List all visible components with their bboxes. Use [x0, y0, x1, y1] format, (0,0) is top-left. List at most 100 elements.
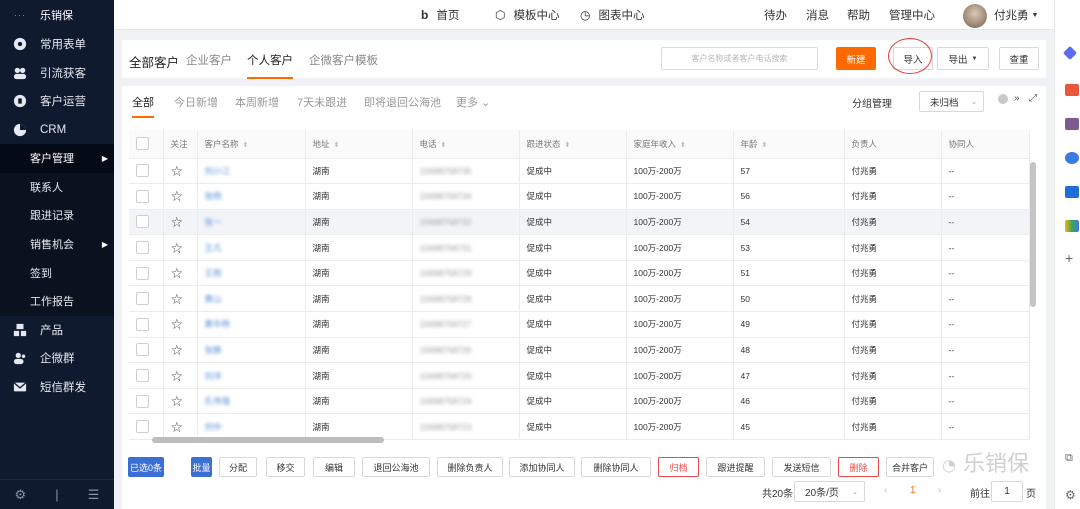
- row-checkbox[interactable]: [136, 189, 149, 203]
- filter-today[interactable]: 今日新增: [174, 94, 218, 110]
- batch-action-button[interactable]: 跟进提醒: [706, 457, 765, 477]
- batch-label[interactable]: 批量: [191, 457, 212, 477]
- sidebar-subitem-5[interactable]: 工作报告: [0, 286, 114, 316]
- customer-name-link[interactable]: 黄华杨: [205, 319, 231, 329]
- plus-icon[interactable]: +: [1065, 250, 1073, 266]
- row-checkbox[interactable]: [136, 292, 149, 306]
- tab-company-customers[interactable]: 企业客户: [186, 52, 232, 68]
- import-button[interactable]: 导入: [893, 47, 933, 70]
- batch-action-button[interactable]: 删除: [838, 457, 879, 477]
- filter-all[interactable]: 全部: [132, 94, 154, 118]
- customer-name-link[interactable]: 刘中: [205, 422, 222, 432]
- table-row[interactable]: ☆ 孔伟强 湖南 15698758724 促成中 100万-200万 46 付兆勇 --: [129, 388, 1030, 415]
- horizontal-scrollbar[interactable]: [152, 437, 384, 443]
- table-row[interactable]: ☆ 张一 湖南 15698758732 促成中 100万-200万 54 付兆勇 --: [129, 209, 1030, 236]
- batch-action-button[interactable]: 移交: [266, 457, 305, 477]
- archive-select[interactable]: 未归档 ⌄: [919, 91, 984, 112]
- nav-todo[interactable]: 待办: [764, 0, 787, 30]
- customer-name-link[interactable]: 刘小江: [205, 166, 231, 176]
- customer-name-link[interactable]: 张杨: [205, 191, 222, 201]
- row-checkbox[interactable]: [136, 394, 149, 408]
- vertical-scrollbar[interactable]: [1030, 162, 1036, 307]
- sidebar-item-b1[interactable]: 企微群: [0, 344, 114, 373]
- customer-name-link[interactable]: 黄山: [205, 294, 222, 304]
- star-icon[interactable]: ☆: [171, 240, 184, 256]
- row-checkbox[interactable]: [136, 164, 149, 178]
- circle-icon[interactable]: [1065, 152, 1079, 164]
- row-checkbox[interactable]: [136, 369, 149, 383]
- row-checkbox[interactable]: [136, 343, 149, 357]
- prev-page-icon[interactable]: ‹: [884, 485, 887, 496]
- star-icon[interactable]: ☆: [171, 368, 184, 384]
- user-menu[interactable]: 付兆勇 ▼: [994, 0, 1038, 30]
- filter-7days[interactable]: 7天未跟进: [297, 94, 347, 110]
- star-icon[interactable]: ☆: [171, 316, 184, 332]
- batch-action-button[interactable]: 合并客户: [886, 457, 934, 477]
- row-checkbox[interactable]: [136, 266, 149, 280]
- star-icon[interactable]: ☆: [171, 188, 184, 204]
- star-icon[interactable]: ☆: [171, 265, 184, 281]
- star-icon[interactable]: ☆: [171, 342, 184, 358]
- new-button[interactable]: 新建: [836, 47, 876, 70]
- table-row[interactable]: ☆ 张杨 湖南 15698758734 促成中 100万-200万 56 付兆勇 --: [129, 183, 1030, 210]
- tab-all-customers[interactable]: 全部客户: [129, 52, 179, 71]
- fullscreen-icon[interactable]: ⤢: [1029, 93, 1037, 104]
- table-row[interactable]: ☆ 刘中 湖南 15698758723 促成中 100万-200万 45 付兆勇 --: [129, 413, 1030, 441]
- nav-home[interactable]: b 首页: [421, 0, 459, 30]
- nav-admin[interactable]: 管理中心: [889, 0, 935, 30]
- filter-pool[interactable]: 即将退回公海池: [364, 94, 441, 110]
- goto-page-input[interactable]: 1: [991, 481, 1023, 502]
- batch-action-button[interactable]: 添加协同人: [509, 457, 575, 477]
- diamond-icon[interactable]: [1062, 45, 1078, 61]
- nav-messages[interactable]: 消息: [806, 0, 829, 30]
- table-row[interactable]: ☆ 刘小江 湖南 15698758735 促成中 100万-200万 57 付兆勇 --: [129, 158, 1030, 185]
- sidebar-subitem-4[interactable]: 签到: [0, 258, 114, 287]
- customer-name-link[interactable]: 张静: [205, 345, 222, 355]
- outlook-icon[interactable]: [1065, 186, 1079, 198]
- filter-more[interactable]: 更多 ⌄: [456, 94, 490, 110]
- filter-week[interactable]: 本周新增: [235, 94, 279, 110]
- star-icon[interactable]: ☆: [171, 393, 184, 409]
- nav-templates[interactable]: ⬡ 模板中心: [495, 0, 559, 30]
- col-name[interactable]: 客户名称 ⬍: [197, 130, 306, 159]
- col-address[interactable]: 地址 ⬍: [305, 130, 413, 159]
- customer-name-link[interactable]: 刘洋: [205, 371, 222, 381]
- batch-action-button[interactable]: 删除协同人: [581, 457, 651, 477]
- search-input[interactable]: 客户名称或者客户电话搜索: [661, 47, 818, 70]
- table-row[interactable]: ☆ 刘洋 湖南 15698758725 促成中 100万-200万 47 付兆勇 --: [129, 362, 1030, 389]
- sidebar-item-a0[interactable]: 常用表单: [0, 30, 114, 59]
- table-row[interactable]: ☆ 黄山 湖南 15698758728 促成中 100万-200万 50 付兆勇 --: [129, 285, 1030, 313]
- customer-name-link[interactable]: 王雨: [205, 268, 222, 278]
- sidebar-subitem-0[interactable]: 客户管理 ▶: [0, 144, 114, 173]
- screenshot-icon[interactable]: ⧉: [1065, 452, 1073, 465]
- table-row[interactable]: ☆ 王雨 湖南 15698758729 促成中 100万-200万 51 付兆勇 --: [129, 260, 1030, 287]
- sidebar-item-b2[interactable]: 短信群发: [0, 373, 114, 402]
- batch-action-button[interactable]: 分配: [219, 457, 257, 477]
- tab-wecom-template[interactable]: 企微客户模板: [309, 52, 378, 68]
- row-checkbox[interactable]: [136, 241, 149, 255]
- page-size-select[interactable]: 20条/页 ⌄: [794, 481, 865, 502]
- col-status[interactable]: 跟进状态 ⬍: [519, 130, 627, 159]
- settings-icon[interactable]: ⚙: [15, 487, 27, 503]
- customer-name-link[interactable]: 孔伟强: [205, 396, 231, 406]
- star-icon[interactable]: ☆: [171, 163, 184, 179]
- nav-charts[interactable]: ◷ 图表中心: [580, 0, 644, 30]
- batch-action-button[interactable]: 编辑: [313, 457, 355, 477]
- next-page-icon[interactable]: ›: [938, 485, 941, 496]
- customer-name-link[interactable]: 王凡: [205, 243, 222, 253]
- sidebar-subitem-2[interactable]: 跟进记录: [0, 201, 114, 230]
- user-icon[interactable]: [1065, 118, 1079, 130]
- table-row[interactable]: ☆ 张静 湖南 15698758726 促成中 100万-200万 48 付兆勇 --: [129, 337, 1030, 364]
- sidebar-subitem-3[interactable]: 销售机会 ▶: [0, 229, 114, 259]
- row-checkbox[interactable]: [136, 215, 149, 229]
- table-row[interactable]: ☆ 王凡 湖南 15698758731 促成中 100万-200万 53 付兆勇 --: [129, 234, 1030, 261]
- star-icon[interactable]: ☆: [171, 291, 184, 307]
- batch-action-button[interactable]: 删除负责人: [437, 457, 503, 477]
- star-icon[interactable]: ☆: [171, 419, 184, 435]
- select-all-checkbox[interactable]: [136, 137, 149, 151]
- settings-gear-icon[interactable]: ⚙: [1065, 488, 1076, 502]
- group-mgmt-link[interactable]: 分组管理: [852, 95, 892, 110]
- flag-icon[interactable]: [1065, 220, 1079, 232]
- export-button[interactable]: 导出 ▼: [937, 47, 989, 70]
- help-icon[interactable]: [998, 94, 1008, 104]
